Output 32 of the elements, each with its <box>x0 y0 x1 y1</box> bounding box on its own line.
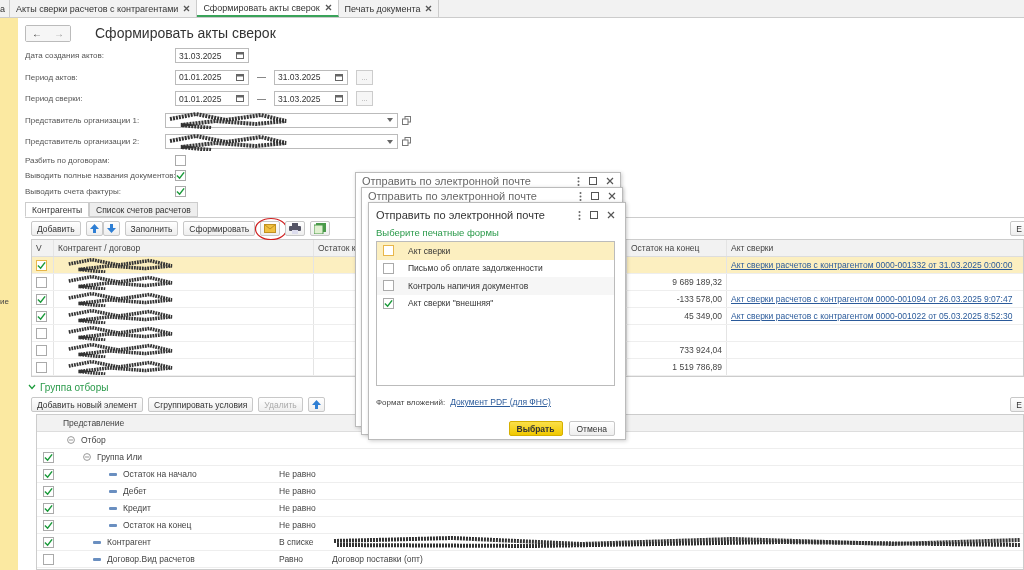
table-cell: Не равно <box>279 486 316 496</box>
section-label: Выберите печатные формы <box>376 227 500 240</box>
field-label: Представитель организации 1: <box>25 115 141 125</box>
table-cell: 9 689 189,32 <box>672 277 722 287</box>
dialog-title: Отправить по электронной почте <box>376 209 546 221</box>
item-label: Контроль напичия документов <box>408 280 529 291</box>
field-label: Период актов: <box>25 72 79 82</box>
range-dash: — <box>257 72 266 83</box>
field-label: Период сверки: <box>25 94 84 104</box>
dialog-title: Отправить по электронной почте <box>362 175 532 187</box>
table-cell: -133 578,00 <box>676 294 722 304</box>
field-label: Выводить полные названия документов: <box>25 171 175 181</box>
item-label: Акт сверки <box>408 245 451 256</box>
range-dash: — <box>257 93 266 104</box>
table-cell: 733 924,04 <box>679 345 722 355</box>
table-cell: Равно <box>279 554 304 564</box>
table-cell: В списке <box>279 537 314 547</box>
field-label: Разбить по договорам: <box>25 155 111 165</box>
format-label: Формат вложений: <box>376 397 446 407</box>
table-cell: Не равно <box>279 520 316 530</box>
field-label: Выводить счета фактуры: <box>25 186 122 196</box>
item-label: Акт сверки "внешняя" <box>408 298 494 309</box>
field-label: Представитель организации 2: <box>25 137 141 147</box>
dialog-title: Отправить по электронной почте <box>368 190 538 202</box>
table-cell: Не равно <box>279 503 316 513</box>
table-cell: 1 519 786,89 <box>672 362 722 372</box>
item-label: Письмо об оплате задолженности <box>408 263 543 274</box>
table-cell: Договор поставки (опт) <box>332 554 423 564</box>
table-cell: 45 349,00 <box>684 311 722 321</box>
field-label: Дата создания актов: <box>25 51 105 61</box>
form-title: Сформировать акты сверок <box>95 25 276 41</box>
table-cell: Не равно <box>279 469 316 479</box>
